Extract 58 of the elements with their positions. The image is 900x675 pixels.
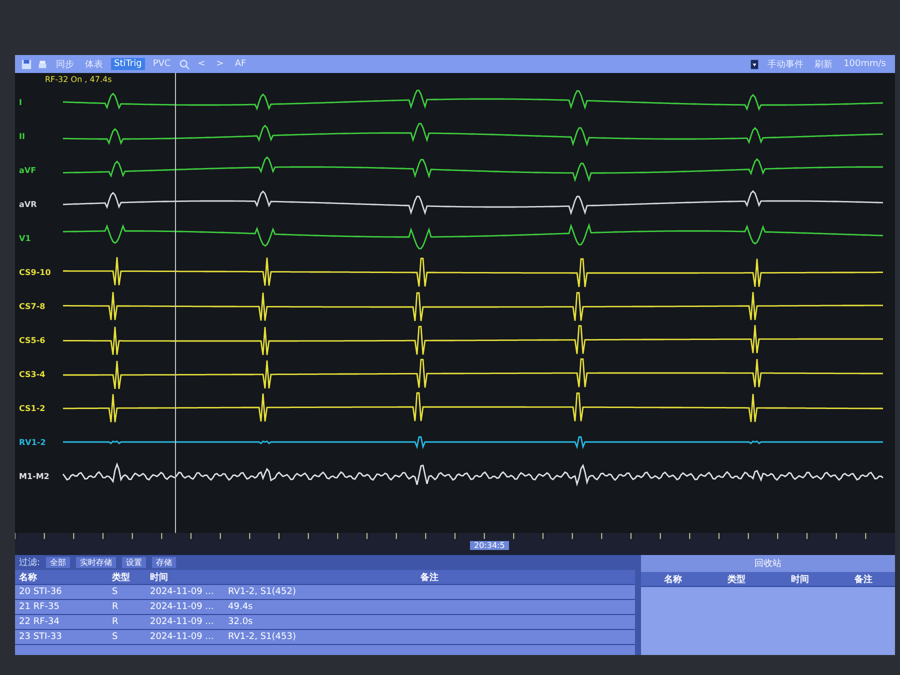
table-cell-text: 22 RF-34 [18,617,60,627]
table-cell-text: 23 STI-33 [18,632,63,642]
toolbar-button[interactable]: 刷新 [812,56,836,72]
ruler-time: 20:34:5 [470,541,509,550]
marker-note: RF-32 On , 47.4s [45,75,112,84]
table-cell-text: S [111,587,119,597]
channel-label: aVR [19,200,38,208]
print-icon[interactable] [37,58,48,70]
panel-title: 回收站 [641,555,895,572]
table-cell-text: S [111,632,119,642]
column-header: 类型 [111,571,131,584]
column-header: 名称 [662,574,683,586]
zoom-icon[interactable] [178,58,190,70]
table-cell-text: 2024-11-09 ... [149,602,215,612]
table-cell-text: R [111,602,120,612]
channel-label: V1 [19,234,32,242]
channel-label: aVF [19,166,38,174]
toolbar-button[interactable]: 手动事件 [764,56,807,72]
save-icon[interactable] [21,58,32,70]
column-header: 类型 [726,573,746,586]
table-cell-text: R [111,617,120,627]
nav-button[interactable]: > [213,58,227,70]
channel-label: CS5-6 [19,336,46,344]
table-cell-text: 49.4s [227,602,254,612]
table-cell-text: 2024-11-09 ... [149,617,215,627]
channel-label: I [19,98,23,106]
table-cell-text: 32.0s [227,617,254,627]
table-cell-text: 2024-11-09 ... [149,632,215,642]
toolbar-button[interactable]: 100mm/s [840,58,889,70]
channel-label: RV1-2 [19,438,47,446]
column-header: 时间 [790,573,810,586]
column-header: 时间 [149,571,169,584]
channel-label: CS9-10 [19,268,52,276]
table-cell-text: 2024-11-09 ... [149,587,215,597]
dropdown-icon[interactable] [748,58,760,70]
channel-label: II [19,132,26,140]
table-cell-text: RV1-2, S1(452) [227,587,297,597]
table-cell-text: 20 STI-36 [18,587,63,597]
action-button[interactable]: 实时存储 [76,557,116,568]
action-button[interactable]: 设置 [122,557,146,568]
filter-label: 过滤: [19,556,40,569]
table-cell-text: 21 RF-35 [18,602,60,612]
nav-button[interactable]: AF [232,58,250,70]
channel-label: CS1-2 [19,404,46,412]
filter-dropdown[interactable]: 全部 [46,557,70,568]
column-header: 备注 [853,573,874,586]
toolbar-tab[interactable]: StiTrig [111,58,145,70]
toolbar-tab[interactable]: PVC [150,58,174,70]
toolbar-tab[interactable]: 体表 [82,56,106,72]
action-button[interactable]: 存储 [152,557,176,568]
column-header: 备注 [420,571,440,584]
channel-label: CS3-4 [19,370,46,378]
column-header: 名称 [18,572,38,584]
table-cell-text: RV1-2, S1(453) [227,632,297,642]
toolbar-tab[interactable]: 同步 [53,56,77,72]
channel-label: CS7-8 [19,302,46,310]
channel-label: M1-M2 [19,472,50,480]
nav-button[interactable]: < [194,58,208,70]
